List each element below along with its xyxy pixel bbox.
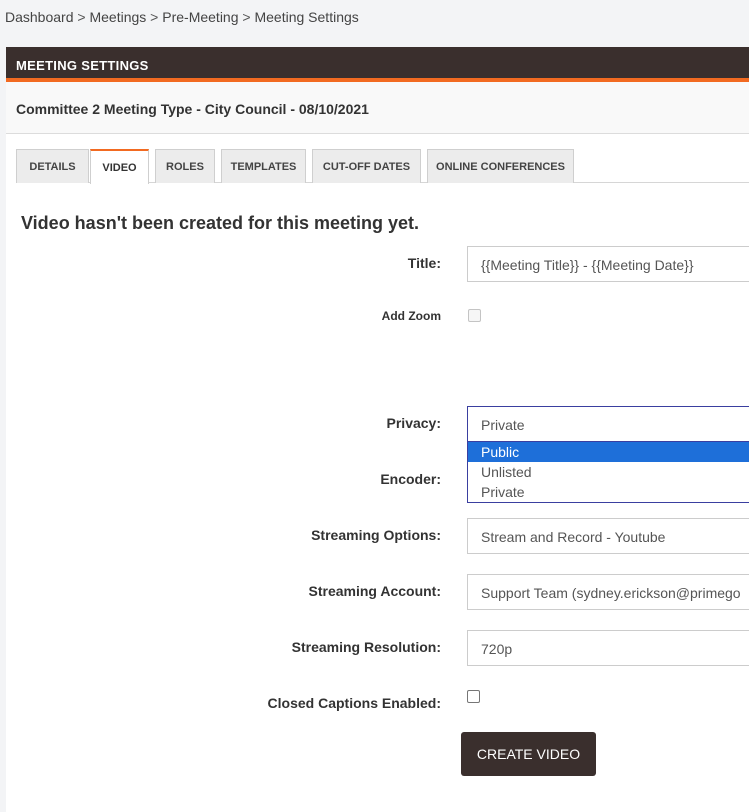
privacy-select[interactable]: Private (467, 406, 749, 442)
tab-video[interactable]: VIDEO (90, 149, 149, 184)
breadcrumb-meetings[interactable]: Meetings (89, 9, 146, 25)
closed-captions-label: Closed Captions Enabled: (267, 695, 441, 711)
tab-roles[interactable]: ROLES (155, 149, 215, 183)
tab-cut-off-dates[interactable]: CUT-OFF DATES (312, 149, 421, 183)
meeting-subtitle: Committee 2 Meeting Type - City Council … (6, 82, 749, 134)
privacy-option-unlisted[interactable]: Unlisted (468, 462, 749, 482)
streaming-resolution-select[interactable]: 720p (467, 630, 749, 666)
breadcrumb: Dashboard > Meetings > Pre-Meeting > Mee… (5, 9, 359, 25)
title-label: Title: (407, 255, 441, 271)
encoder-label: Encoder: (380, 471, 441, 487)
title-input[interactable]: {{Meeting Title}} - {{Meeting Date}} (467, 246, 749, 282)
streaming-resolution-label: Streaming Resolution: (291, 639, 441, 655)
tab-online-conferences[interactable]: ONLINE CONFERENCES (427, 149, 574, 183)
tab-details[interactable]: DETAILS (16, 149, 89, 183)
panel-title: MEETING SETTINGS (6, 47, 749, 82)
streaming-options-select[interactable]: Stream and Record - Youtube (467, 518, 749, 554)
privacy-label: Privacy: (386, 415, 441, 431)
breadcrumb-meeting-settings: Meeting Settings (254, 9, 359, 25)
privacy-option-private[interactable]: Private (468, 482, 749, 502)
breadcrumb-separator: > (146, 9, 163, 25)
create-video-button[interactable]: CREATE VIDEO (461, 732, 596, 776)
closed-captions-checkbox[interactable] (467, 690, 480, 703)
add-zoom-label: Add Zoom (381, 309, 441, 323)
settings-tabs: DETAILS VIDEO ROLES TEMPLATES CUT-OFF DA… (16, 148, 749, 184)
streaming-options-label: Streaming Options: (311, 527, 441, 543)
breadcrumb-pre-meeting[interactable]: Pre-Meeting (162, 9, 238, 25)
streaming-account-select[interactable]: Support Team (sydney.erickson@primego (467, 574, 749, 610)
breadcrumb-separator: > (73, 9, 90, 25)
breadcrumb-dashboard[interactable]: Dashboard (5, 9, 74, 25)
video-notice: Video hasn't been created for this meeti… (21, 213, 420, 233)
privacy-option-public[interactable]: Public (468, 442, 749, 462)
breadcrumb-separator: > (238, 9, 255, 25)
privacy-dropdown-list: Public Unlisted Private (467, 441, 749, 503)
streaming-account-label: Streaming Account: (308, 583, 442, 599)
tab-templates[interactable]: TEMPLATES (221, 149, 306, 183)
add-zoom-checkbox[interactable] (468, 309, 481, 322)
